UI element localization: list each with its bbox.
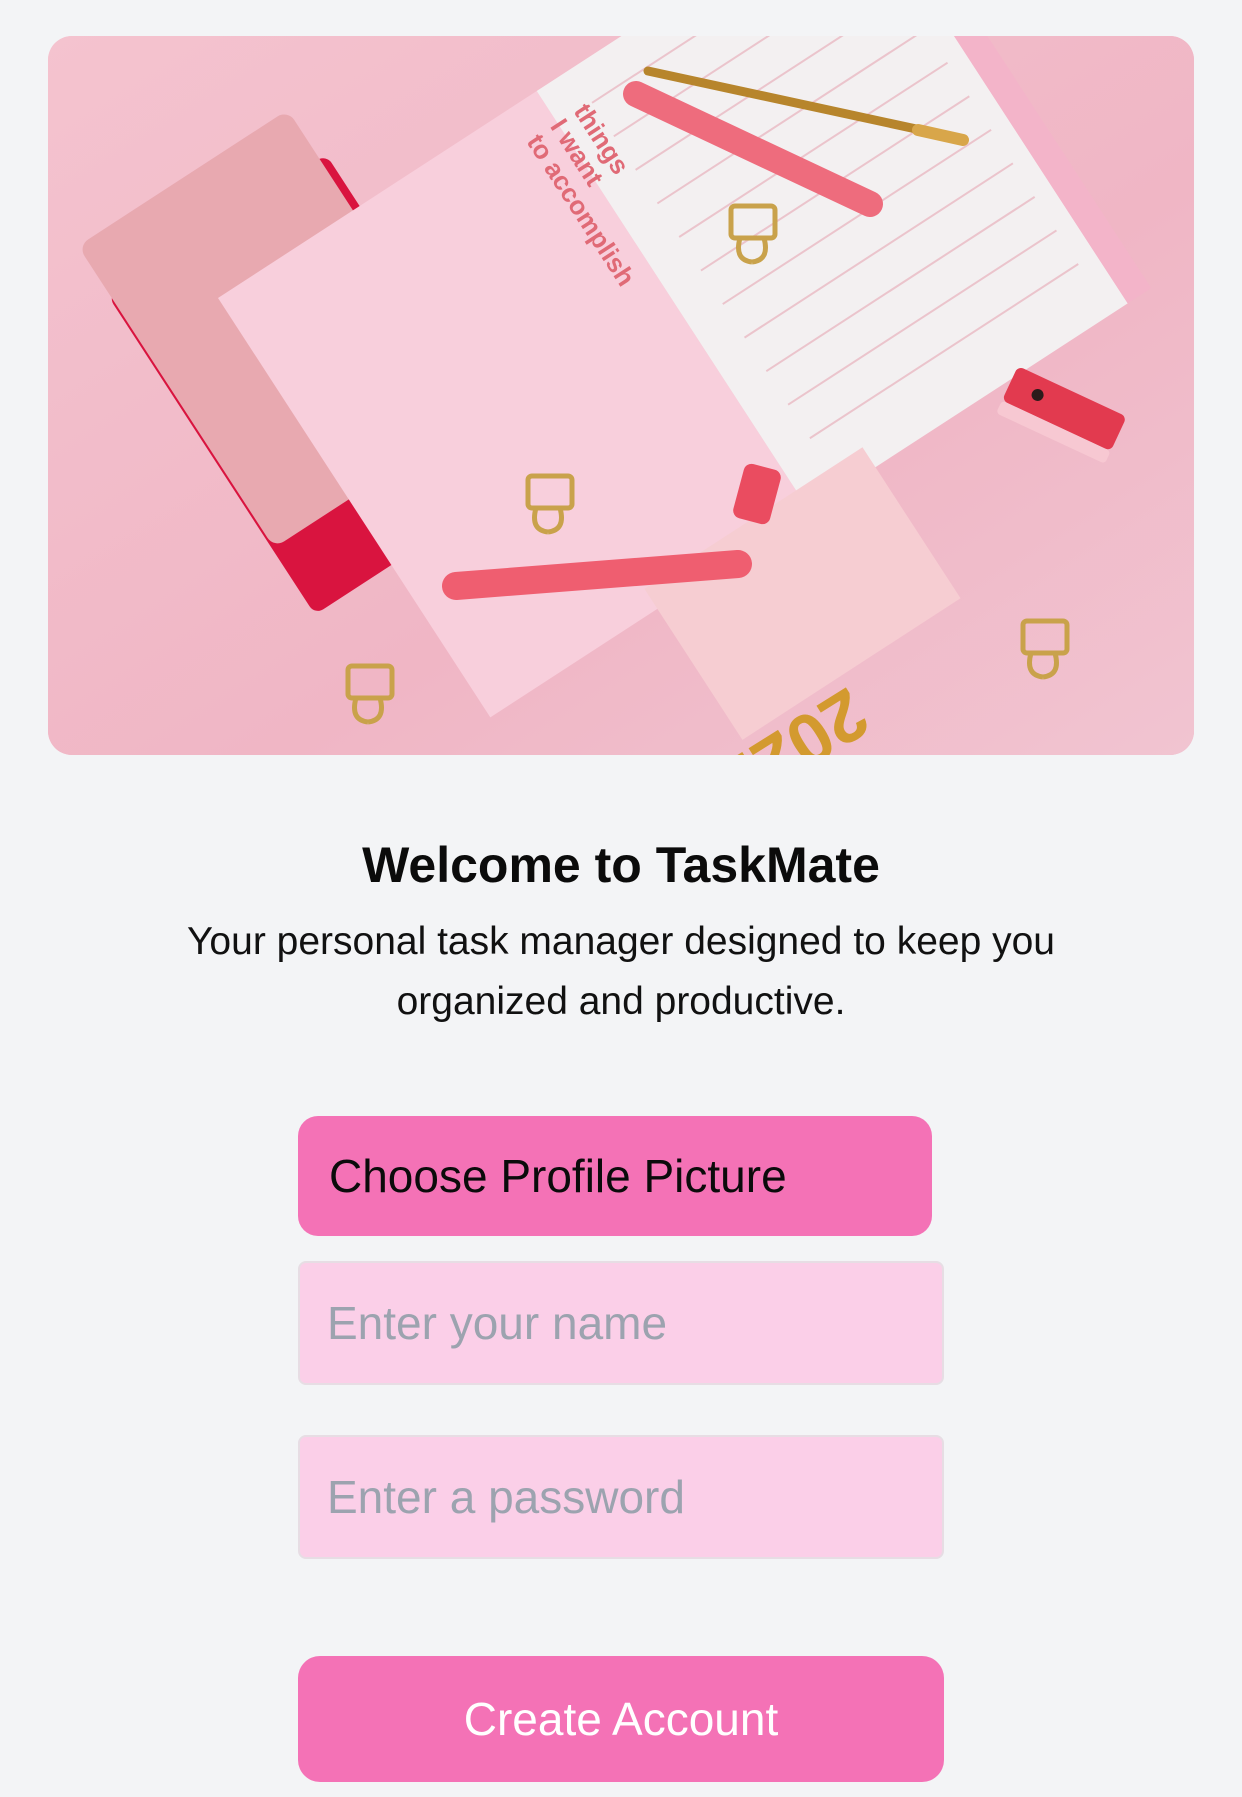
password-input[interactable] — [298, 1435, 944, 1559]
page-subtitle: Your personal task manager designed to k… — [187, 920, 1055, 1023]
hero-image: things I want to accomplish 2021 — [48, 36, 1194, 755]
choose-profile-picture-button[interactable]: Choose Profile Picture — [298, 1116, 932, 1236]
name-input[interactable] — [298, 1261, 944, 1385]
create-account-button[interactable]: Create Account — [298, 1656, 944, 1782]
page-title: Welcome to TaskMate — [362, 837, 880, 893]
